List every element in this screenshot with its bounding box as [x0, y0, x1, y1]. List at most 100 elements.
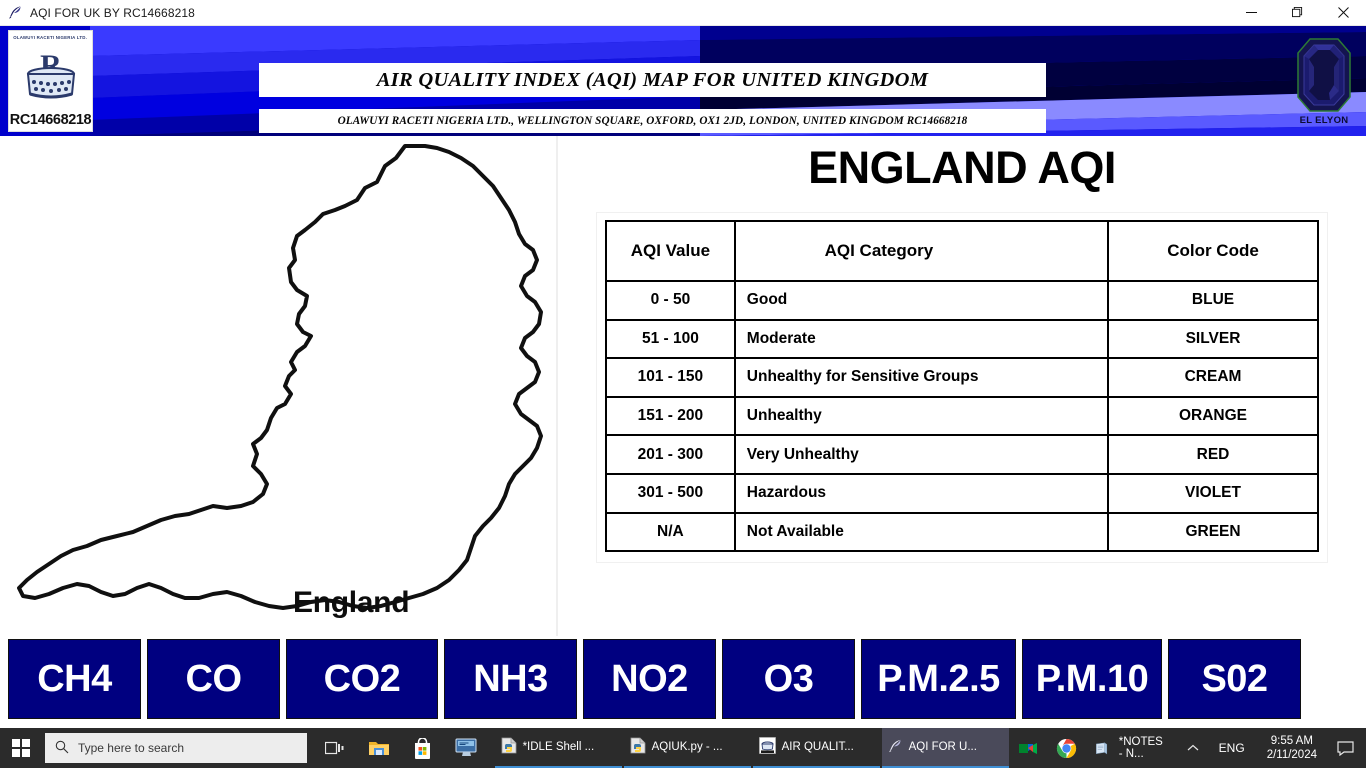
map-panel: England — [0, 136, 558, 636]
main-content: England ENGLAND AQI AQI Value AQI Catego… — [0, 136, 1366, 636]
taskbar-clock[interactable]: 9:55 AM 2/11/2024 — [1257, 728, 1327, 768]
header-color-code: Color Code — [1107, 220, 1319, 282]
window-title: AQI FOR UK BY RC14668218 — [30, 5, 195, 20]
cell-aqi-value: 51 - 100 — [605, 318, 736, 360]
table-row: N/A Not Available GREEN — [605, 511, 1319, 553]
cell-aqi-category: Very Unhealthy — [733, 434, 1110, 475]
cell-color-code: GREEN — [1107, 511, 1319, 553]
taskbar-window-idle-shell[interactable]: *IDLE Shell ... — [494, 728, 622, 768]
cell-aqi-category: Hazardous — [733, 472, 1110, 514]
page-title: ENGLAND AQI — [808, 142, 1116, 193]
pollutant-button-co2[interactable]: CO2 — [286, 639, 438, 719]
aqi-legend-table: AQI Value AQI Category Color Code 0 - 50… — [605, 220, 1319, 553]
table-header-row: AQI Value AQI Category Color Code — [605, 220, 1319, 282]
pollutant-button-bar: CH4 CO CO2 NH3 NO2 O3 P.M.2.5 P.M.10 S02 — [0, 636, 1366, 728]
taskbar-window-aqi-for-uk[interactable]: AQI FOR U... — [881, 728, 1009, 768]
language-indicator[interactable]: ENG — [1209, 728, 1255, 768]
header-aqi-value: AQI Value — [605, 220, 736, 282]
table-row: 51 - 100 Moderate SILVER — [605, 318, 1319, 360]
cell-aqi-value: 301 - 500 — [605, 472, 736, 514]
gemstone-label: EL ELYON — [1299, 114, 1349, 126]
pollutant-button-co[interactable]: CO — [147, 639, 280, 719]
gemstone-icon — [1297, 37, 1351, 112]
cell-aqi-category: Unhealthy — [733, 395, 1110, 437]
search-input[interactable]: Type here to search — [44, 733, 307, 763]
header-aqi-category-text: AQI Category — [824, 241, 934, 260]
task-view-icon[interactable] — [313, 728, 357, 768]
pollutant-button-nh3[interactable]: NH3 — [444, 639, 577, 719]
windows-start-icon[interactable] — [0, 728, 43, 768]
table-row: 201 - 300 Very Unhealthy RED — [605, 434, 1319, 475]
search-icon — [55, 740, 69, 757]
taskbar-window-air-quality[interactable]: AIR QUALIT... — [752, 728, 880, 768]
banner-subtitle-box: OLAWUYI RACETI NIGERIA LTD., WELLINGTON … — [259, 109, 1046, 133]
taskbar-window-label: AQI FOR U... — [908, 741, 977, 753]
aqi-table-head: AQI Value AQI Category Color Code — [605, 220, 1319, 282]
pollutant-button-no2[interactable]: NO2 — [583, 639, 716, 719]
company-logo-text: OLAWUYI RACETI NIGERIA LTD. — [13, 35, 88, 40]
company-registration-number: RC14668218 — [9, 112, 92, 128]
taskbar-tray: *NOTES - N... ENG 9:55 AM 2/11/2024 — [1009, 728, 1366, 768]
pollutant-button-so2[interactable]: S02 — [1168, 639, 1301, 719]
google-meet-icon[interactable] — [1009, 728, 1046, 768]
map-region-label: England — [293, 586, 410, 619]
company-logo-icon — [758, 737, 776, 757]
taskbar-window-aqiuk-py[interactable]: AQIUK.py - ... — [623, 728, 751, 768]
feather-quill-icon — [888, 738, 903, 757]
minimize-button[interactable] — [1228, 0, 1274, 26]
clock-time: 9:55 AM — [1270, 735, 1313, 747]
microsoft-store-icon[interactable] — [401, 728, 445, 768]
company-monogram-icon: R — [9, 40, 92, 112]
pollutant-button-pm10[interactable]: P.M.10 — [1022, 639, 1162, 719]
cell-aqi-category: Good — [733, 280, 1110, 321]
taskbar-window-label: AIR QUALIT... — [781, 741, 854, 753]
header-banner: OLAWUYI RACETI NIGERIA LTD. R RC14668218… — [0, 26, 1366, 136]
table-row: 101 - 150 Unhealthy for Sensitive Groups… — [605, 357, 1319, 398]
cell-color-code: ORANGE — [1107, 395, 1319, 437]
chevron-up-icon[interactable] — [1179, 728, 1207, 768]
aqi-info-panel: ENGLAND AQI AQI Value AQI Category Color… — [558, 136, 1366, 636]
python-file-icon — [630, 737, 646, 757]
company-logo-left: OLAWUYI RACETI NIGERIA LTD. R RC14668218 — [8, 30, 93, 132]
table-row: 301 - 500 Hazardous VIOLET — [605, 472, 1319, 514]
remote-desktop-icon[interactable] — [445, 728, 489, 768]
table-row: 0 - 50 Good BLUE — [605, 280, 1319, 321]
cell-aqi-value: 201 - 300 — [605, 434, 736, 475]
taskbar-open-windows: *IDLE Shell ... AQIUK.py - ... AIR QUALI… — [494, 728, 1009, 768]
clock-date: 2/11/2024 — [1266, 749, 1317, 761]
pollutant-button-pm25[interactable]: P.M.2.5 — [861, 639, 1016, 719]
banner-subtitle: OLAWUYI RACETI NIGERIA LTD., WELLINGTON … — [337, 115, 968, 127]
cell-aqi-value: N/A — [605, 511, 736, 553]
cell-color-code: SILVER — [1107, 318, 1319, 360]
banner-title: AIR QUALITY INDEX (AQI) MAP FOR UNITED K… — [376, 68, 929, 91]
window-titlebar: AQI FOR UK BY RC14668218 — [0, 0, 1366, 26]
pollutant-button-ch4[interactable]: CH4 — [8, 639, 141, 719]
search-placeholder-text: Type here to search — [77, 741, 185, 755]
aqi-table-container: AQI Value AQI Category Color Code 0 - 50… — [596, 212, 1328, 564]
maximize-button[interactable] — [1274, 0, 1320, 26]
cell-aqi-value: 151 - 200 — [605, 395, 736, 437]
header-aqi-category: AQI Category — [733, 220, 1110, 282]
cell-aqi-value: 101 - 150 — [605, 357, 736, 398]
cell-aqi-category: Moderate — [733, 318, 1110, 360]
company-logo-right: EL ELYON — [1288, 28, 1360, 134]
cell-color-code: BLUE — [1107, 280, 1319, 321]
cell-color-code: VIOLET — [1107, 472, 1319, 514]
cell-aqi-category: Not Available — [733, 511, 1110, 553]
banner-title-box: AIR QUALITY INDEX (AQI) MAP FOR UNITED K… — [259, 63, 1046, 97]
taskbar-pinned-icons — [313, 728, 489, 768]
window-controls — [1228, 0, 1366, 26]
aqi-table-body: 0 - 50 Good BLUE 51 - 100 Moderate SILVE… — [605, 280, 1319, 553]
notepad-icon[interactable]: *NOTES - N... — [1087, 728, 1177, 768]
cell-aqi-category: Unhealthy for Sensitive Groups — [733, 357, 1110, 398]
google-chrome-icon[interactable] — [1048, 728, 1085, 768]
feather-quill-icon — [0, 5, 30, 20]
notification-icon[interactable] — [1329, 728, 1362, 768]
taskbar-window-label: AQIUK.py - ... — [651, 741, 723, 753]
python-file-icon — [501, 737, 517, 757]
close-button[interactable] — [1320, 0, 1366, 26]
application-window: OLAWUYI RACETI NIGERIA LTD. R RC14668218… — [0, 26, 1366, 728]
file-explorer-icon[interactable] — [357, 728, 401, 768]
cell-color-code: RED — [1107, 434, 1319, 475]
pollutant-button-o3[interactable]: O3 — [722, 639, 855, 719]
